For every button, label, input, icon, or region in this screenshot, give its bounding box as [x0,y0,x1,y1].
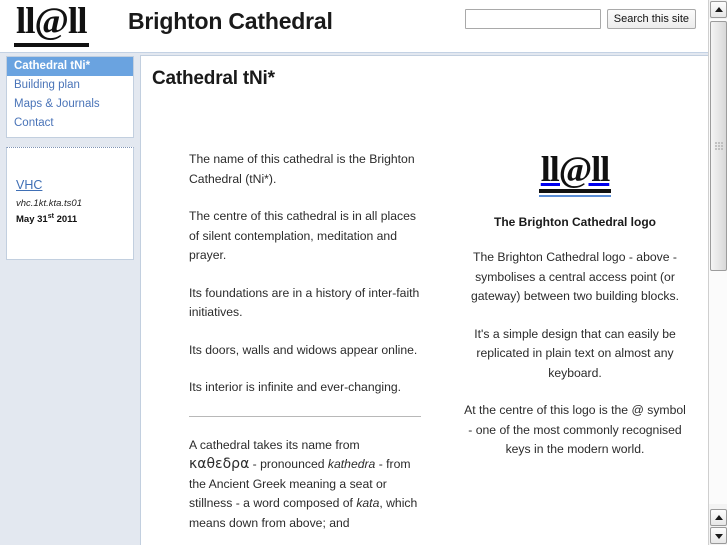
sidebar-item-contact[interactable]: Contact [7,114,133,133]
vhc-code: vhc.1kt.kta.ts01 [16,198,83,209]
vhc-date-ordinal: st [47,213,54,220]
paragraph: Its foundations are in a history of inte… [189,285,420,320]
content-column-left: The name of this cathedral is the Bright… [189,150,421,533]
paragraph: At the centre of this logo is the @ symb… [464,403,686,456]
vhc-date: May 31st 2011 [16,213,124,225]
search-input[interactable] [464,9,601,29]
vhc-panel: VHC vhc.1kt.kta.ts01 May 31st 2011 [6,147,134,261]
paragraph: Its interior is infinite and ever-changi… [189,380,402,394]
cathedral-logo-icon: ll@ll [538,150,612,193]
section-divider [189,415,421,417]
scrollbar-track[interactable] [709,19,727,504]
sidebar: Cathedral tNi* Building plan Maps & Jour… [0,53,140,545]
vhc-date-year: 2011 [56,214,78,226]
triangle-up-icon [714,514,723,520]
sidebar-nav: Cathedral tNi* Building plan Maps & Jour… [6,56,134,138]
search-area: Search this site [464,9,696,29]
page-title: Cathedral tNi* [152,68,275,89]
body-frame: Cathedral tNi* Building plan Maps & Jour… [0,52,708,545]
content-column-right: ll@ll The Brighton Cathedral logo The Br… [461,150,689,478]
main-content: Cathedral tNi* The name of this cathedra… [140,55,708,545]
paragraph: The Brighton Cathedral logo - above - sy… [471,250,679,303]
etymology-paragraph: A cathedral takes its name from καθεδρα … [189,436,421,534]
sidebar-item-maps-journals[interactable]: Maps & Journals [7,95,133,114]
sidebar-item-cathedral-tni[interactable]: Cathedral tNi* [7,57,133,76]
etymology-mid: - pronounced [249,457,328,471]
paragraph: It's a simple design that can easily be … [474,326,676,380]
vertical-scrollbar[interactable] [708,0,727,545]
triangle-down-icon [714,533,723,539]
triangle-up-icon [714,6,723,12]
logo-caption: The Brighton Cathedral logo [494,215,656,229]
greek-word: καθεδρα [189,456,250,472]
scroll-up-button[interactable] [710,1,727,18]
scrollbar-thumb[interactable] [710,21,727,271]
cathedral-logo-image-link[interactable]: ll@ll [538,150,612,197]
paragraph: Its doors, walls and widows appear onlin… [189,342,418,357]
search-button[interactable]: Search this site [606,9,696,29]
site-title: Brighton Cathedral [128,8,333,34]
etymology-word-kata: kata [356,496,380,510]
browser-page: ll@ll Brighton Cathedral Search this sit… [0,0,727,545]
paragraph: The centre of this cathedral is in all p… [189,209,416,262]
transliteration: kathedra [327,457,376,471]
paragraph: The name of this cathedral is the Bright… [189,152,415,186]
scroll-up-button-bottom[interactable] [710,509,727,526]
etymology-lead: A cathedral takes its name from [189,437,360,452]
site-logo-icon[interactable]: ll@ll [14,2,89,47]
scroll-down-button[interactable] [710,527,727,544]
vhc-link[interactable]: VHC [16,178,42,192]
sidebar-item-building-plan[interactable]: Building plan [7,76,133,95]
grip-icon [714,141,723,151]
site-header: ll@ll Brighton Cathedral Search this sit… [0,0,708,52]
vhc-date-main: May 31 [16,214,48,226]
